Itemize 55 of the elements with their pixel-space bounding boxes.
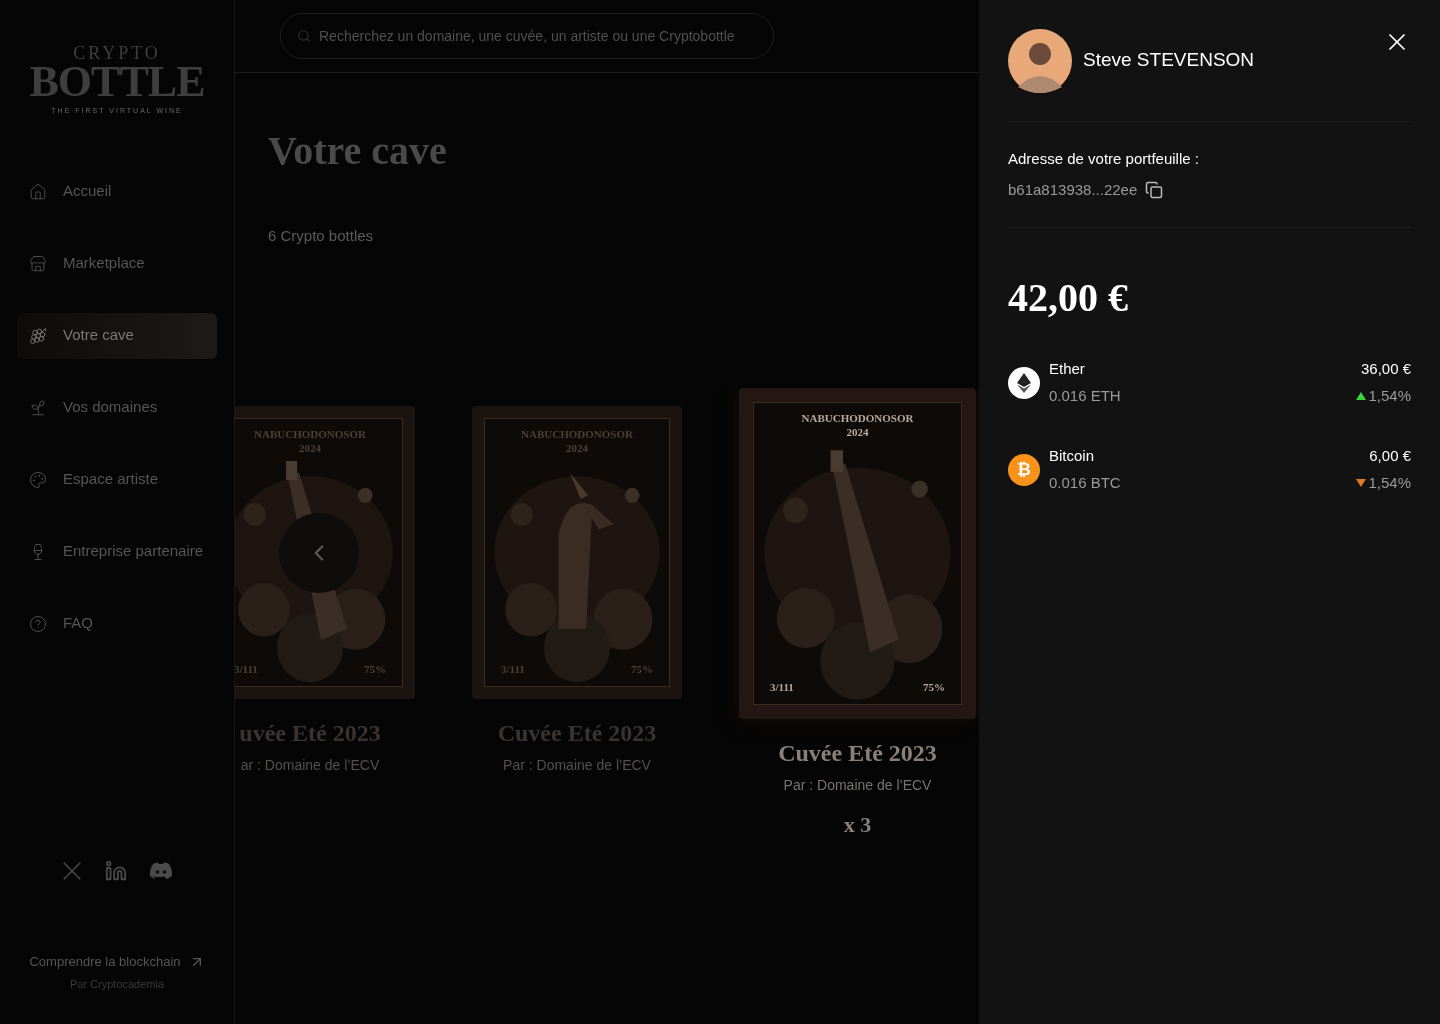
- user-name: Steve STEVENSON: [1083, 48, 1255, 73]
- asset-change: 1,54%: [1368, 385, 1411, 406]
- bottle-quantity: x 3: [843, 810, 872, 839]
- art-title: NABUCHODONOSOR: [254, 426, 366, 441]
- asset-amount: 0.016 ETH: [1049, 385, 1121, 406]
- art-title: NABUCHODONOSOR: [521, 426, 633, 441]
- wallet-address: b61a813938...22ee: [1008, 179, 1138, 200]
- sidebar-item[interactable]: Marketplace: [17, 240, 217, 287]
- asset-name: Bitcoin: [1049, 446, 1096, 466]
- sprout-icon: [29, 398, 47, 417]
- edition-number: 3/111: [770, 680, 794, 695]
- bottle-producer: ar : Domaine de l’ECV: [240, 755, 380, 775]
- x-logo-icon[interactable]: [61, 860, 83, 882]
- discord-icon[interactable]: [149, 862, 173, 880]
- art-year: 2024: [846, 424, 869, 439]
- sidebar-item[interactable]: Entreprise partenaire: [17, 528, 217, 575]
- linkedin-icon[interactable]: [105, 860, 127, 882]
- sidebar-item[interactable]: Espace artiste: [17, 456, 217, 503]
- bottle-name: Cuvée Eté 2023: [778, 738, 937, 768]
- bottle-card[interactable]: NABUCHODONOSOR 2024 3/111 75%: [472, 405, 682, 699]
- bottle-card[interactable]: NABUCHODONOSOR 2024 3/111 75%: [739, 387, 976, 719]
- asset-amount: 0.016 BTC: [1049, 472, 1121, 493]
- sidebar-item[interactable]: Votre cave: [17, 312, 217, 359]
- bottle-card[interactable]: NABUCHODONOSOR 2024 3/111 75%: [235, 405, 415, 699]
- bottle-producer: Par : Domaine de l’ECV: [503, 755, 651, 775]
- search-icon: [297, 29, 311, 43]
- alcohol-percentage: 75%: [364, 662, 386, 677]
- avatar: [1008, 28, 1072, 93]
- store-icon: [29, 254, 47, 273]
- total-balance: 42,00 €: [1008, 274, 1129, 322]
- asset-value: 36,00 €: [1360, 359, 1411, 379]
- promo-title: Comprendre la blockchain: [29, 953, 181, 971]
- asset-value: 6,00 €: [1369, 446, 1411, 466]
- grapes-icon: [29, 326, 47, 345]
- page-title: Votre cave: [268, 127, 448, 175]
- sidebar-item[interactable]: Accueil: [17, 168, 217, 215]
- house-icon: [29, 182, 47, 201]
- art-year: 2024: [299, 440, 321, 455]
- copy-icon[interactable]: [1145, 180, 1164, 199]
- address-label: Adresse de votre portfeuille :: [1008, 149, 1200, 169]
- bitcoin-symbol: ₿: [1017, 458, 1031, 481]
- alcohol-percentage: 75%: [923, 680, 945, 695]
- asset-name: Ether: [1049, 359, 1086, 379]
- help-icon: [29, 614, 47, 633]
- asset-change: 1,54%: [1368, 472, 1411, 493]
- bottle-count: 6 Crypto bottles: [268, 226, 375, 246]
- sidebar-item[interactable]: Vos domaines: [17, 384, 217, 431]
- palette-icon: [29, 470, 47, 489]
- alcohol-percentage: 75%: [631, 662, 653, 677]
- bottle-producer: Par : Domaine de l’ECV: [783, 775, 932, 795]
- edition-number: 3/111: [501, 662, 525, 677]
- art-year: 2024: [566, 440, 588, 455]
- edition-number: 3/111: [235, 662, 258, 677]
- art-title: NABUCHODONOSOR: [801, 410, 914, 425]
- sidebar-item[interactable]: FAQ: [17, 600, 217, 647]
